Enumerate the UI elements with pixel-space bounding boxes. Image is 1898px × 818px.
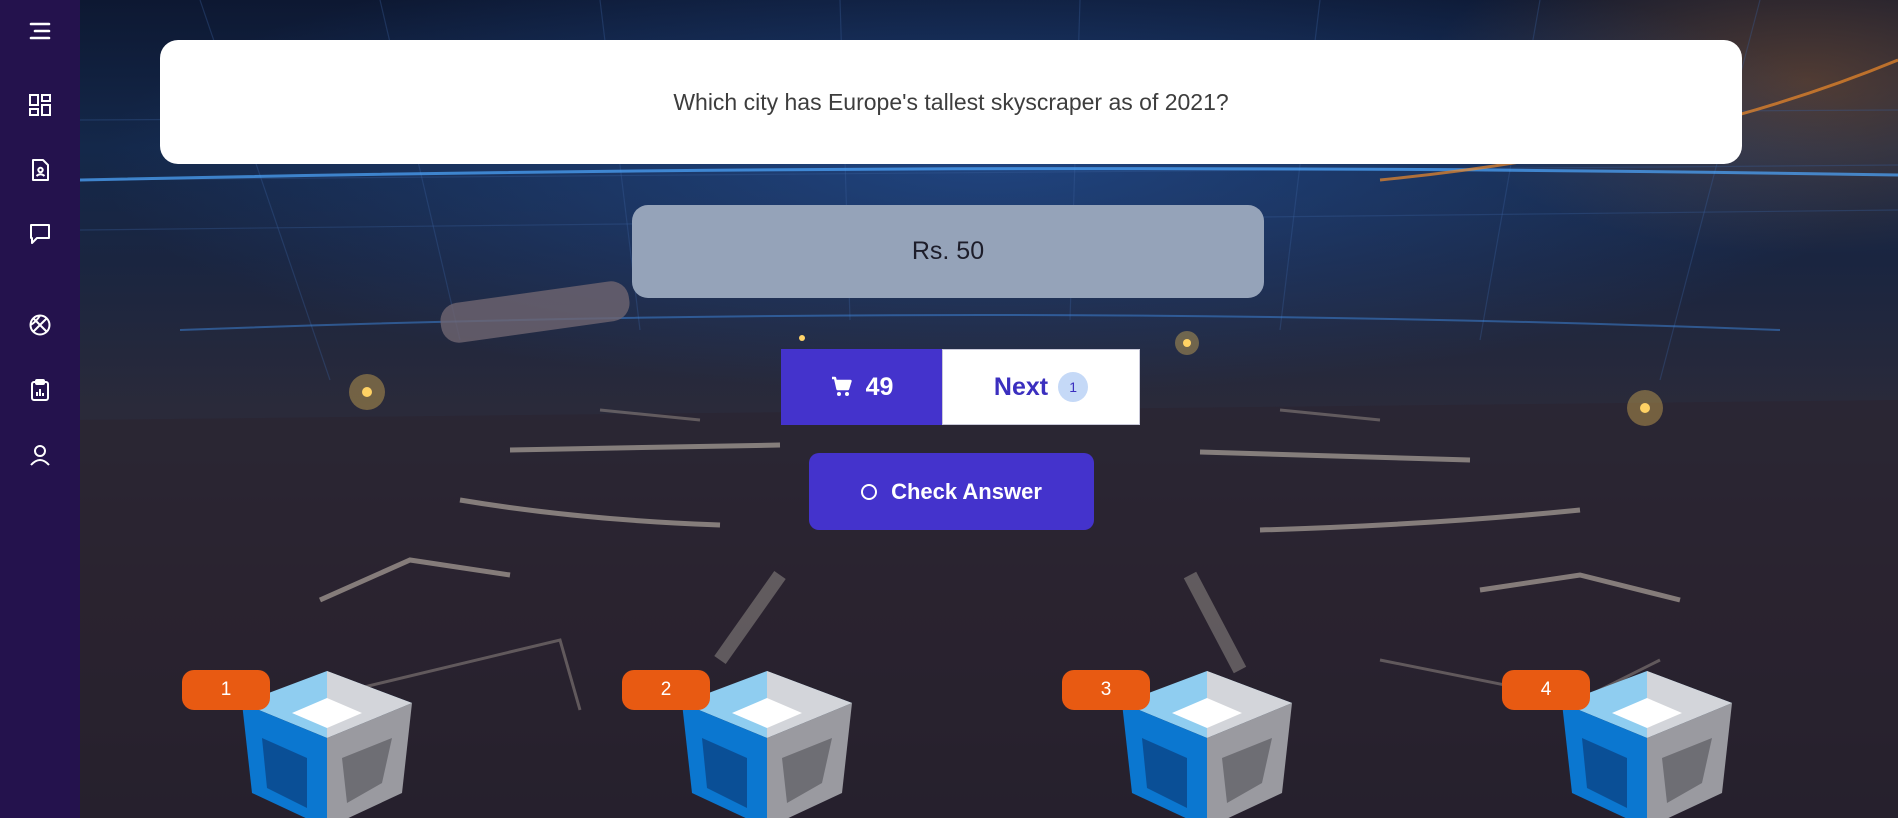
- next-label: Next: [993, 372, 1049, 401]
- user-icon[interactable]: [22, 437, 58, 473]
- check-answer-label: Check Answer: [891, 478, 1042, 504]
- answer-option[interactable]: Rs. 50: [632, 205, 1264, 298]
- crate-option-4[interactable]: 4: [1502, 668, 1732, 818]
- crate-number-badge: 3: [1062, 670, 1150, 710]
- crate-number-badge: 2: [622, 670, 710, 710]
- cart-button[interactable]: 49: [781, 349, 942, 425]
- crate-option-2[interactable]: 2: [622, 668, 852, 818]
- dashboard-icon[interactable]: [22, 87, 58, 123]
- question-text: Which city has Europe's tallest skyscrap…: [673, 88, 1229, 115]
- answer-option-label: Rs. 50: [911, 237, 985, 265]
- crate-option-1[interactable]: 1: [182, 668, 412, 818]
- circle-icon: [861, 483, 878, 500]
- sidebar: [0, 0, 80, 818]
- clipboard-chart-icon[interactable]: [22, 372, 58, 408]
- crate-number-badge: 4: [1502, 670, 1590, 710]
- menu-icon[interactable]: [22, 13, 58, 49]
- cart-count: 49: [865, 372, 894, 401]
- next-badge: 1: [1058, 372, 1089, 402]
- question-card: Which city has Europe's tallest skyscrap…: [160, 40, 1742, 164]
- crate-option-3[interactable]: 3: [1062, 668, 1292, 818]
- cart-icon: [831, 376, 852, 396]
- document-user-icon[interactable]: [22, 152, 58, 188]
- basketball-icon[interactable]: [22, 307, 58, 343]
- next-button[interactable]: Next 1: [942, 349, 1140, 425]
- check-answer-button[interactable]: Check Answer: [809, 453, 1094, 530]
- chat-icon[interactable]: [22, 216, 58, 252]
- crate-number-badge: 1: [182, 670, 270, 710]
